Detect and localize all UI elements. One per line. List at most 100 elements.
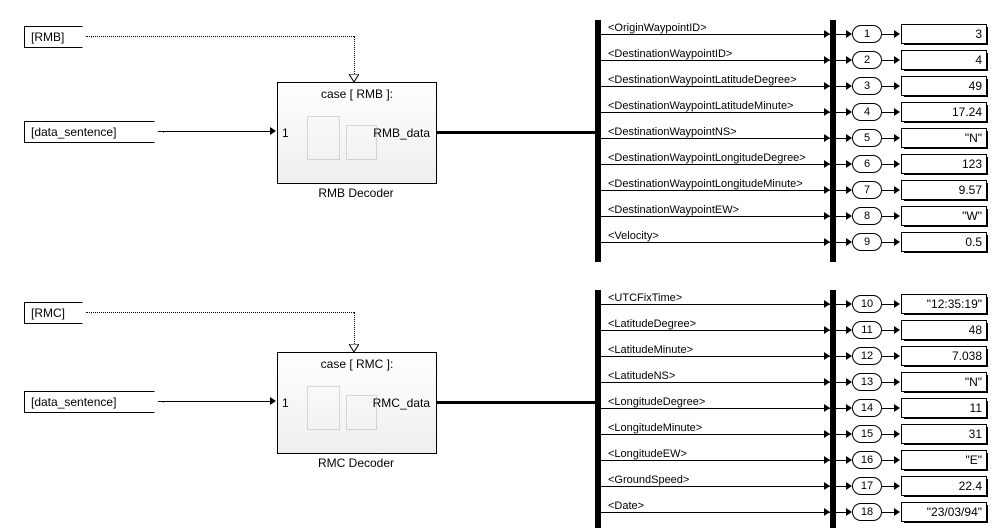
arrow-right-icon (824, 238, 830, 246)
signal-label: <DestinationWaypointEW> (608, 204, 739, 216)
signal-line (601, 86, 830, 87)
outport[interactable]: 17 (852, 477, 882, 495)
outport[interactable]: 10 (852, 295, 882, 313)
signal-label: <LongitudeDegree> (608, 396, 705, 408)
signal-line (601, 512, 830, 513)
outport[interactable]: 4 (852, 103, 882, 121)
arrow-right-icon (824, 134, 830, 142)
display-block[interactable]: "N" (902, 373, 986, 391)
signal-line (601, 434, 830, 435)
arrow-right-icon (894, 134, 900, 142)
arrow-right-icon (894, 378, 900, 386)
arrow-right-icon (894, 508, 900, 516)
signal-line (601, 190, 830, 191)
arrow-right-icon (894, 456, 900, 464)
signal-label: <DestinationWaypointLongitudeDegree> (608, 152, 806, 164)
outport[interactable]: 1 (852, 25, 882, 43)
outport[interactable]: 15 (852, 425, 882, 443)
outport[interactable]: 16 (852, 451, 882, 469)
arrow-right-icon (894, 212, 900, 220)
signal-line (601, 460, 830, 461)
display-block[interactable]: "23/03/94" (902, 503, 986, 521)
signal-line (601, 164, 830, 165)
display-block[interactable]: 7.038 (902, 347, 986, 365)
display-block[interactable]: 0.5 (902, 233, 986, 251)
arrow-right-icon (824, 108, 830, 116)
signal-line (601, 304, 830, 305)
display-block[interactable]: "12:35:19" (902, 295, 986, 313)
arrow-right-icon (894, 404, 900, 412)
display-block[interactable]: "W" (902, 207, 986, 225)
display-block[interactable]: 22.4 (902, 477, 986, 495)
arrow-right-icon (894, 300, 900, 308)
outport[interactable]: 2 (852, 51, 882, 69)
outport[interactable]: 6 (852, 155, 882, 173)
outport[interactable]: 9 (852, 233, 882, 251)
signal-label: <DestinationWaypointLatitudeDegree> (608, 74, 797, 86)
signal-label: <LatitudeNS> (608, 370, 675, 382)
arrow-right-icon (824, 82, 830, 90)
signal-label: <LongitudeEW> (608, 448, 687, 460)
signal-line (601, 382, 830, 383)
outport[interactable]: 14 (852, 399, 882, 417)
signal-label: <DestinationWaypointID> (608, 48, 732, 60)
signal-label: <DestinationWaypointLatitudeMinute> (608, 100, 794, 112)
outport[interactable]: 13 (852, 373, 882, 391)
signal-line (601, 138, 830, 139)
signal-label: <LongitudeMinute> (608, 422, 702, 434)
signal-label: <LatitudeMinute> (608, 344, 693, 356)
arrow-right-icon (894, 326, 900, 334)
arrow-right-icon (824, 300, 830, 308)
signal-line (601, 408, 830, 409)
arrow-right-icon (894, 108, 900, 116)
arrow-right-icon (894, 352, 900, 360)
signal-label: <Velocity> (608, 230, 659, 242)
signal-line (601, 216, 830, 217)
display-block[interactable]: 123 (902, 155, 986, 173)
arrow-right-icon (824, 56, 830, 64)
arrow-right-icon (824, 160, 830, 168)
display-block[interactable]: 17.24 (902, 103, 986, 121)
outport[interactable]: 12 (852, 347, 882, 365)
arrow-right-icon (894, 160, 900, 168)
display-block[interactable]: 11 (902, 399, 986, 417)
arrow-right-icon (894, 186, 900, 194)
display-block[interactable]: 31 (902, 425, 986, 443)
signal-label: <UTCFixTime> (608, 292, 682, 304)
outport[interactable]: 11 (852, 321, 882, 339)
display-block[interactable]: 48 (902, 321, 986, 339)
arrow-right-icon (824, 212, 830, 220)
display-block[interactable]: 49 (902, 77, 986, 95)
outport[interactable]: 7 (852, 181, 882, 199)
signal-line (601, 242, 830, 243)
display-block[interactable]: "E" (902, 451, 986, 469)
arrow-right-icon (894, 30, 900, 38)
signal-line (601, 60, 830, 61)
arrow-right-icon (894, 482, 900, 490)
outport[interactable]: 18 (852, 503, 882, 521)
outport[interactable]: 3 (852, 77, 882, 95)
signal-line (601, 34, 830, 35)
display-block[interactable]: 3 (902, 25, 986, 43)
signal-line (601, 330, 830, 331)
signal-line (601, 356, 830, 357)
arrow-right-icon (894, 82, 900, 90)
outport[interactable]: 8 (852, 207, 882, 225)
arrow-right-icon (894, 56, 900, 64)
arrow-right-icon (824, 508, 830, 516)
arrow-right-icon (824, 430, 830, 438)
outport[interactable]: 5 (852, 129, 882, 147)
signal-line (601, 112, 830, 113)
arrow-right-icon (894, 430, 900, 438)
display-block[interactable]: "N" (902, 129, 986, 147)
arrow-right-icon (824, 378, 830, 386)
arrow-right-icon (824, 352, 830, 360)
arrow-right-icon (824, 30, 830, 38)
display-block[interactable]: 9.57 (902, 181, 986, 199)
signal-label: <LatitudeDegree> (608, 318, 696, 330)
signal-label: <GroundSpeed> (608, 474, 689, 486)
display-block[interactable]: 4 (902, 51, 986, 69)
arrow-right-icon (824, 404, 830, 412)
signal-label: <DestinationWaypointNS> (608, 126, 737, 138)
arrow-right-icon (824, 326, 830, 334)
